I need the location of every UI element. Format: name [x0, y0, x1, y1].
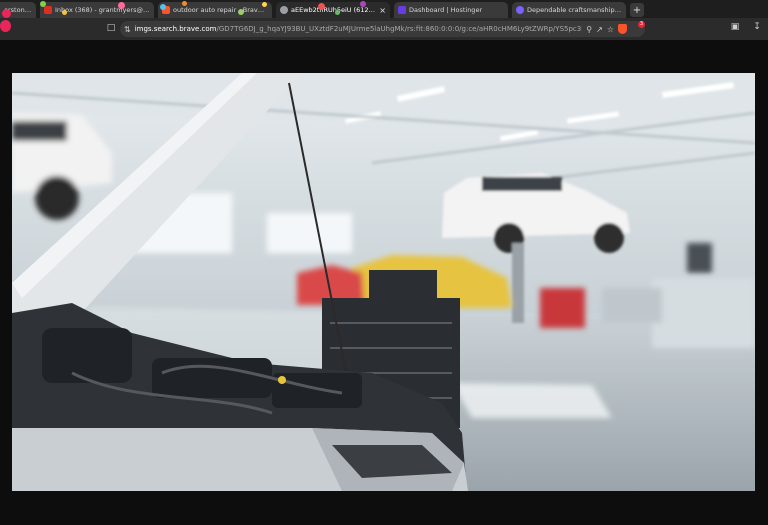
tab-5[interactable]: Dependable craftsmanship with mo...	[512, 2, 626, 18]
rewards-badge: 3	[638, 20, 645, 28]
bookmark-icon[interactable]: □	[104, 23, 118, 33]
tab-2[interactable]: outdoor auto repair - Brave Search	[158, 2, 272, 18]
confetti-decoration	[360, 1, 366, 7]
tab-title: Inbox (368) - grantmyers@gmail.c	[55, 6, 150, 14]
confetti-decoration	[40, 1, 46, 7]
confetti-decoration	[0, 20, 11, 32]
confetti-decoration	[2, 9, 11, 18]
confetti-decoration	[238, 9, 244, 15]
globe-favicon-icon	[280, 6, 288, 14]
tab-title: Dependable craftsmanship with mo...	[527, 6, 622, 14]
confetti-decoration	[182, 1, 187, 6]
site-settings-icon[interactable]: ⇅	[124, 25, 131, 34]
toolbar-right-icons: ▣ ↧	[728, 22, 764, 32]
star-icon[interactable]: ☆	[607, 25, 614, 34]
confetti-decoration	[262, 2, 267, 7]
confetti-decoration	[335, 10, 340, 15]
zoom-icon[interactable]: ⚲	[586, 25, 592, 34]
hostinger-favicon-icon	[398, 6, 406, 14]
download-icon[interactable]: ↧	[750, 22, 764, 32]
confetti-decoration	[160, 4, 166, 10]
tab-title: outdoor auto repair - Brave Search	[173, 6, 268, 14]
brave-shields-icon[interactable]	[618, 24, 627, 34]
confetti-decoration	[62, 10, 67, 15]
confetti-decoration	[318, 3, 325, 10]
tab-3-active[interactable]: aEEwb2thRUh5eiU (612×344) ×	[276, 2, 390, 18]
wallet-icon[interactable]: ▣	[728, 22, 742, 32]
tab-4[interactable]: Dashboard | Hostinger	[394, 2, 508, 18]
address-bar[interactable]: ⇅ imgs.search.brave.com/GD7TG6DJ_g_hqaYJ…	[120, 20, 645, 53]
confetti-decoration	[118, 2, 125, 9]
tab-title: Dashboard | Hostinger	[409, 6, 483, 14]
garage-photo	[12, 73, 755, 491]
close-tab-icon[interactable]: ×	[379, 6, 386, 15]
garage-photo-illustration	[12, 73, 755, 491]
address-url[interactable]: imgs.search.brave.com/GD7TG6DJ_g_hqaYJ93…	[135, 25, 583, 33]
brave-rewards-icon[interactable]: 3	[631, 20, 645, 53]
image-viewer	[0, 40, 768, 525]
browser-toolbar: □ ⇅ imgs.search.brave.com/GD7TG6DJ_g_hqa…	[0, 18, 768, 53]
share-icon[interactable]: ↗	[596, 25, 603, 34]
new-tab-button[interactable]: +	[630, 3, 644, 17]
tab-1[interactable]: Inbox (368) - grantmyers@gmail.c	[40, 2, 154, 18]
gmail-favicon-icon	[44, 6, 52, 14]
tab-title: aEEwb2thRUh5eiU (612×344)	[291, 6, 376, 14]
tab-strip: erstone@gr Inbox (368) - grantmyers@gmai…	[0, 0, 768, 18]
site-favicon-icon	[516, 6, 524, 14]
